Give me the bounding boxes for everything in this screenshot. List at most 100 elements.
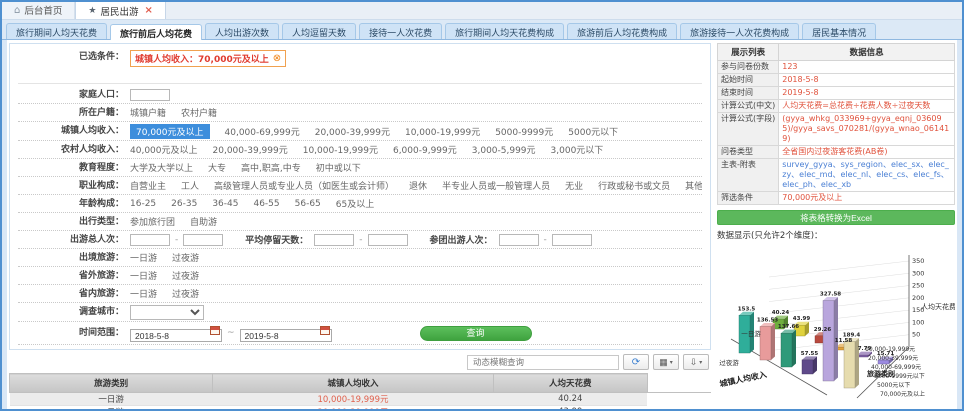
filter-option[interactable]: 20,000-39,999元: [315, 125, 390, 138]
info-header-right: 数据信息: [779, 44, 955, 61]
filter-option[interactable]: 46-55: [253, 199, 279, 209]
subtab-3[interactable]: 人均逗留天数: [282, 23, 356, 39]
info-row-label: 计算公式(中文): [718, 100, 779, 113]
filter-option[interactable]: 高级管理人员或专业人员（如医生或会计师）: [214, 179, 394, 192]
chevron-down-icon: ▾: [670, 359, 673, 366]
filter-option[interactable]: 工人: [181, 179, 199, 192]
col-header-travel-type[interactable]: 旅游类别: [10, 374, 213, 393]
filter-option[interactable]: 40,000-69,999元: [225, 125, 300, 138]
subtab-2[interactable]: 人均出游次数: [205, 23, 279, 39]
export-excel-button[interactable]: 将表格转换为Excel: [717, 210, 955, 225]
svg-text:300: 300: [912, 269, 924, 277]
filter-option[interactable]: 40,000元及以上: [130, 143, 198, 156]
star-icon: ★: [88, 6, 96, 16]
subtab-8[interactable]: 居民基本情况: [802, 23, 876, 39]
city-select[interactable]: [130, 305, 204, 320]
filter-option[interactable]: 过夜游: [172, 287, 199, 300]
range-to-input[interactable]: [368, 234, 408, 246]
tab-backend-home[interactable]: ⌂ 后台首页: [2, 1, 75, 19]
filter-option[interactable]: 16-25: [130, 199, 156, 209]
filter-option[interactable]: 26-35: [171, 199, 197, 209]
subtab-5[interactable]: 旅行期间人均天花费构成: [445, 23, 564, 39]
filter-row: 出境旅游：一日游过夜游: [18, 249, 702, 267]
close-icon[interactable]: ×: [144, 5, 152, 16]
info-row-value: survey_gyya、sys_region、elec_sx、elec_zy、e…: [779, 159, 955, 192]
svg-text:50: 50: [912, 331, 920, 339]
svg-text:11.58: 11.58: [835, 338, 853, 344]
filter-option[interactable]: 3,000元以下: [551, 143, 604, 156]
filter-text-input[interactable]: [130, 89, 170, 101]
filter-option[interactable]: 自助游: [190, 215, 217, 228]
filter-option[interactable]: 5000-9999元: [495, 125, 553, 138]
filter-option[interactable]: 6,000-9,999元: [393, 143, 457, 156]
filter-option[interactable]: 70,000元及以上: [130, 124, 210, 139]
subtab-4[interactable]: 接待一人次花费: [359, 23, 442, 39]
range-from-input[interactable]: [499, 234, 539, 246]
filter-option[interactable]: 高中,职高,中专: [241, 161, 301, 174]
filter-option[interactable]: 城镇户籍: [130, 106, 166, 119]
filter-option[interactable]: 过夜游: [172, 251, 199, 264]
calendar-icon[interactable]: [320, 326, 330, 335]
bar3d-chart: 35030025020015010050人均天花费40.2443.9929.26…: [717, 243, 955, 403]
filter-row-label: 出行类型：: [18, 215, 130, 229]
filter-option[interactable]: 一日游: [130, 251, 157, 264]
range-from-input[interactable]: [130, 234, 170, 246]
subtab-0[interactable]: 旅行期间人均天花费: [6, 23, 107, 39]
info-row-label: 结束时间: [718, 87, 779, 100]
filter-option[interactable]: 过夜游: [172, 269, 199, 282]
range-from-input[interactable]: [314, 234, 354, 246]
filter-option[interactable]: 一日游: [130, 269, 157, 282]
filter-option[interactable]: 自营业主: [130, 179, 166, 192]
filter-option[interactable]: 65及以上: [336, 197, 374, 210]
svg-text:40.24: 40.24: [772, 310, 790, 316]
cell-urban-income: 20,000-39,999元: [213, 406, 493, 411]
calendar-icon[interactable]: [210, 326, 220, 335]
filter-option[interactable]: 10,000-19,999元: [303, 143, 378, 156]
filter-option[interactable]: 5000元以下: [568, 125, 618, 138]
filter-row: 省内旅游：一日游 过夜游: [18, 285, 702, 303]
filter-row-label: 省内旅游：: [18, 287, 130, 301]
filter-option[interactable]: 半专业人员或一般管理人员: [442, 179, 550, 192]
columns-button[interactable]: ▦ ▾: [653, 354, 679, 370]
col-header-daily-spend[interactable]: 人均天花费: [493, 374, 647, 393]
filter-option[interactable]: 20,000-39,999元: [213, 143, 288, 156]
info-row-value: 人均天花费=总花费÷花费人数÷过夜天数: [779, 100, 955, 113]
filter-option[interactable]: 大学及大学以上: [130, 161, 193, 174]
info-row: 起始时间2018-5-8: [718, 74, 955, 87]
export-button[interactable]: ⇩ ▾: [683, 354, 709, 370]
filter-option[interactable]: 10,000-19,999元: [405, 125, 480, 138]
date-to-input[interactable]: [240, 329, 332, 342]
filter-row: 农村人均收入：40,000元及以上20,000-39,999元10,000-19…: [18, 141, 702, 159]
filter-option[interactable]: 初中或以下: [316, 161, 361, 174]
info-row-value: 全省国内过夜游客花费(AB卷): [779, 146, 955, 159]
range-to-input[interactable]: [552, 234, 592, 246]
filter-option[interactable]: 56-65: [295, 199, 321, 209]
col-header-urban-income[interactable]: 城镇人均收入: [213, 374, 493, 393]
filter-option[interactable]: 无业: [565, 179, 583, 192]
filter-options: 70,000元及以上 40,000-69,999元 20,000-39,999元 10…: [130, 124, 633, 139]
svg-text:5000元以下: 5000元以下: [877, 382, 910, 389]
filter-option[interactable]: 大专: [208, 161, 226, 174]
date-from-input[interactable]: [130, 329, 222, 342]
subtab-1[interactable]: 旅行前后人均花费: [110, 24, 202, 40]
svg-text:57.55: 57.55: [801, 351, 819, 357]
refresh-button[interactable]: ⟳: [623, 354, 649, 370]
filter-option[interactable]: 参加旅行团: [130, 215, 175, 228]
svg-text:70,000元及以上: 70,000元及以上: [880, 390, 925, 398]
tab-resident-travel[interactable]: ★ 居民出游 ×: [75, 1, 165, 19]
range-to-input[interactable]: [183, 234, 223, 246]
info-row-label: 参与问卷份数: [718, 61, 779, 74]
query-button[interactable]: 查询: [420, 326, 532, 341]
tag-remove-icon[interactable]: ⊗: [273, 53, 281, 64]
subtab-7[interactable]: 旅游接待一人次花费构成: [680, 23, 799, 39]
subtab-6[interactable]: 旅游前后人均花费构成: [567, 23, 677, 39]
filter-option[interactable]: 36-45: [212, 199, 238, 209]
fuzzy-search-input[interactable]: [467, 355, 619, 370]
filter-option[interactable]: 3,000-5,999元: [472, 143, 536, 156]
filter-option[interactable]: 一日游: [130, 287, 157, 300]
filter-row: 职业构成：自营业主工人高级管理人员或专业人员（如医生或会计师）退休半专业人员或一…: [18, 177, 702, 195]
filter-option[interactable]: 退休: [409, 179, 427, 192]
filter-option[interactable]: 行政或秘书或文员: [598, 179, 670, 192]
filter-option[interactable]: 农村户籍: [181, 106, 217, 119]
filter-option[interactable]: 其他: [685, 179, 702, 192]
